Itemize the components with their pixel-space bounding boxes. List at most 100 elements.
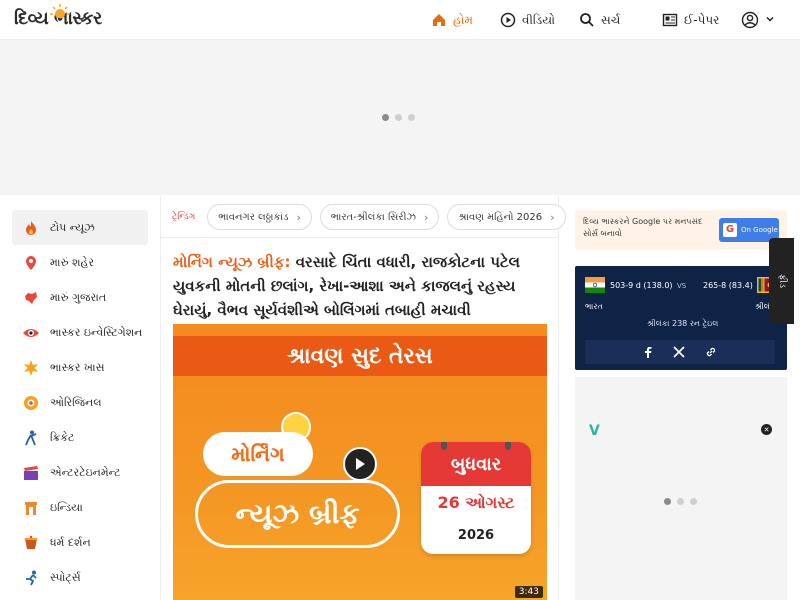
trending-chip-label: ભાવનગર લઠ્ઠાકાંડ [218,211,289,223]
trending-chip[interactable]: શ્રાવણ મહિનો 2026 › [447,204,566,230]
divider [558,196,559,600]
sidebar-item-label: એન્ટરટેઇનમેન્ટ [50,465,121,479]
logo-sun-icon [50,4,70,18]
sidebar-item-label: ટોપ ન્યૂઝ [50,220,95,234]
logo[interactable]: દિવ્ય ભાસ્કર [14,4,102,32]
divider [161,237,558,238]
flame-icon [22,219,40,237]
google-button-label: On Google [741,226,778,234]
chevron-down-icon [765,13,775,27]
carousel-dot[interactable] [395,114,402,121]
nav-home-label: હોમ [453,12,474,27]
x-icon[interactable] [673,343,685,362]
play-button[interactable] [343,447,377,481]
sidebar-item-original[interactable]: ઓરિજિનલ [12,385,148,420]
india-flag-icon [585,277,605,293]
india-gate-icon [22,499,40,517]
star-icon [22,359,40,377]
drum-icon [22,534,40,552]
headline-kicker: મોર્નિંગ ન્યૂઝ બ્રીફ: [173,253,291,271]
top-ad-banner[interactable] [0,40,800,195]
header: દિવ્ય ભાસ્કર હોમ વીડિયો સર્ચ ઈ-પેપર [0,0,800,40]
user-menu[interactable] [741,0,775,40]
sidebar-item-bhaskar-khas[interactable]: ભાસ્કર ખાસ [12,350,148,385]
sidebar-item-label: મારું શહેર [50,255,95,269]
sidebar-item-entertainment[interactable]: એન્ટરટેઇનમેન્ટ [12,455,148,490]
hero-cloud-text: મોર્નિંગ [203,432,313,476]
trending-chip[interactable]: ભાવનગર લઠ્ઠાકાંડ › [207,204,312,230]
calendar-day: બુધવાર [421,442,531,486]
sidebar-item-india[interactable]: ઇન્ડિયા [12,490,148,525]
cricket-icon [22,429,40,447]
side-tab-label: ફીડ [776,274,787,288]
clapperboard-icon [22,464,40,482]
nav-search[interactable]: સર્ચ [579,0,620,40]
nav-video-label: વીડિયો [522,12,556,27]
home-icon [431,12,447,28]
versus-label: VS [677,282,687,290]
calendar-year: 2026 [457,527,495,543]
google-source-box: દિવ્ય ભાસ્કરને Google પર મનપસંદ સોર્સ બન… [575,210,787,250]
sidebar-item-label: સ્પોર્ટ્સ [50,570,81,584]
calendar-ring [505,442,511,450]
chevron-right-icon: › [296,210,301,224]
play-icon [356,458,365,470]
cricket-score-card[interactable]: 503-9 d (138.0) VS 265-8 (83.4) ભારત શ્ર… [575,266,787,370]
team1-score: 503-9 d (138.0) [610,281,673,290]
sidebar-item-my-city[interactable]: મારું શહેર [12,245,148,280]
sidebar-item-sports[interactable]: સ્પોર્ટ્સ [12,560,148,595]
team1-name: ભારત [585,302,603,311]
search-icon [579,12,595,28]
sidebar-item-label: ભાસ્કર ખાસ [50,360,105,374]
close-icon[interactable]: ✕ [761,424,772,435]
carousel-dot[interactable] [664,498,671,505]
ad-carousel-dots [664,498,697,505]
carousel-dot[interactable] [408,114,415,121]
sidebar-item-my-gujarat[interactable]: મારું ગુજરાત [12,280,148,315]
sidebar-item-label: મારું ગુજરાત [50,290,107,304]
original-icon [22,394,40,412]
carousel-dot[interactable] [690,498,697,505]
sidebar-item-label: ક્રિકેટ [50,430,75,444]
chevron-right-icon: › [423,210,429,224]
right-ad[interactable]: V ✕ [575,377,787,600]
facebook-icon[interactable] [643,343,653,362]
carousel-dot[interactable] [677,498,684,505]
nav-home[interactable]: હોમ [431,0,473,40]
calendar-date: 26 ઓગસ્ટ [437,493,515,512]
carousel-dot[interactable] [382,114,389,121]
sidebar-item-cricket[interactable]: ક્રિકેટ [12,420,148,455]
headline[interactable]: મોર્નિંગ ન્યૂઝ બ્રીફ: વરસાદે ચિંતા વધારી… [173,250,551,322]
trending-chip-label: ભારત-શ્રીલંકા સિરીઝ [330,211,416,223]
trending-chip-label: શ્રાવણ મહિનો 2026 [458,211,543,223]
nav-epaper[interactable]: ઈ-પેપર [662,0,719,40]
trending-chip[interactable]: ભારત-શ્રીલંકા સિરીઝ › [319,204,440,230]
chevron-right-icon: › [550,210,555,224]
trending-bar: ટ્રેન્ડિંગ ભાવનગર લઠ્ઠાકાંડ › ભારત-શ્રીલ… [172,203,581,231]
share-bar [585,340,775,364]
sidebar-item-label: ઇન્ડિયા [50,500,83,514]
calendar-graphic: બુધવાર 26 ઓગસ્ટ 2026 [421,442,531,554]
location-pin-icon [22,254,40,272]
user-icon [741,11,759,29]
google-source-text: દિવ્ય ભાસ્કરને Google પર મનપસંદ સોર્સ બન… [583,217,703,238]
hero-video-thumbnail[interactable]: શ્રાવણ સુદ તેરસ મોર્નિંગ ન્યૂઝ બ્રીફ બુધ… [173,324,547,600]
nav-search-label: સર્ચ [601,12,621,27]
sidebar-item-label: ઓરિજિનલ [50,395,102,409]
sidebar-item-dharm-darshan[interactable]: ધર્મ દર્શન [12,525,148,560]
video-duration: 3:43 [514,586,543,598]
sidebar-item-label: ધર્મ દર્શન [50,535,91,549]
nav-video[interactable]: વીડિયો [500,0,555,40]
eye-icon [22,324,40,342]
newspaper-icon [662,12,678,28]
nav-epaper-label: ઈ-પેપર [684,12,720,27]
sidebar-item-label: ભાસ્કર ઇન્વેસ્ટિગેશન [50,325,143,339]
sidebar-item-bhaskar-investigation[interactable]: ભાસ્કર ઇન્વેસ્ટિગેશન [12,315,148,350]
ad-logo: V [589,423,600,439]
calendar-ring [441,442,447,450]
sidebar-item-top-news[interactable]: ટોપ ન્યૂઝ [12,210,148,245]
link-icon[interactable] [705,343,717,362]
side-feedback-tab[interactable]: ફીડ [769,238,794,324]
running-icon [22,569,40,587]
play-circle-icon [500,12,516,28]
